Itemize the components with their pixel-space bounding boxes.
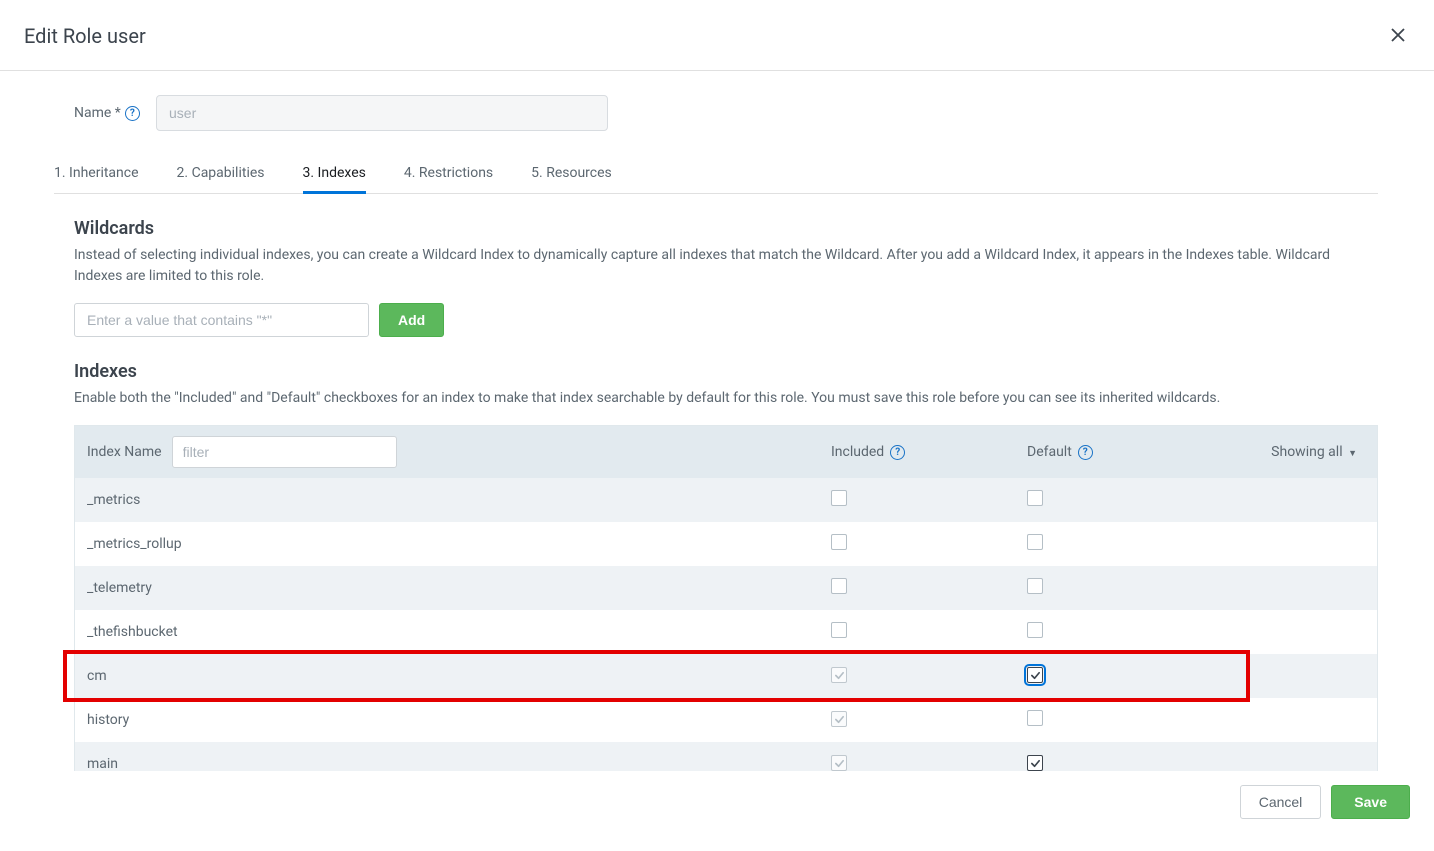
default-checkbox[interactable] (1027, 534, 1043, 550)
tab-capabilities[interactable]: 2. Capabilities (177, 155, 265, 193)
wildcards-title: Wildcards (74, 218, 1378, 239)
name-input[interactable] (156, 95, 608, 131)
table-row: history (75, 698, 1377, 742)
col-default: Default (1027, 444, 1072, 460)
cancel-button[interactable]: Cancel (1240, 785, 1322, 819)
save-button[interactable]: Save (1331, 785, 1410, 819)
table-row: _metrics (75, 478, 1377, 522)
included-checkbox[interactable] (831, 622, 847, 638)
table-row: _telemetry (75, 566, 1377, 610)
table-row: cm (75, 654, 1377, 698)
included-checkbox[interactable] (831, 534, 847, 550)
col-index-name: Index Name (87, 444, 162, 460)
indexes-desc: Enable both the "Included" and "Default"… (74, 388, 1378, 409)
wildcard-input[interactable] (74, 303, 369, 337)
index-name: history (87, 712, 831, 728)
help-icon[interactable]: ? (125, 106, 140, 121)
indexes-title: Indexes (74, 361, 1378, 382)
index-name: cm (87, 668, 831, 684)
table-row: _thefishbucket (75, 610, 1377, 654)
default-checkbox[interactable] (1027, 490, 1043, 506)
index-name: main (87, 756, 831, 771)
tab-resources[interactable]: 5. Resources (531, 155, 612, 193)
tab-indexes[interactable]: 3. Indexes (303, 155, 366, 194)
default-checkbox[interactable] (1027, 578, 1043, 594)
included-checkbox[interactable] (831, 490, 847, 506)
add-button[interactable]: Add (379, 303, 444, 337)
included-checkbox[interactable] (831, 667, 847, 683)
table-row: main (75, 742, 1377, 771)
chevron-down-icon: ▼ (1348, 449, 1357, 459)
included-checkbox[interactable] (831, 711, 847, 727)
filter-input[interactable] (172, 436, 397, 468)
default-checkbox[interactable] (1027, 755, 1043, 771)
modal-title: Edit Role user (24, 24, 146, 48)
default-checkbox[interactable] (1027, 622, 1043, 638)
default-checkbox[interactable] (1027, 710, 1043, 726)
tab-inheritance[interactable]: 1. Inheritance (54, 155, 139, 193)
index-name: _thefishbucket (87, 624, 831, 640)
index-name: _metrics_rollup (87, 536, 831, 552)
close-icon[interactable] (1386, 20, 1410, 52)
name-label-text: Name * (74, 105, 121, 121)
default-checkbox[interactable] (1027, 667, 1043, 683)
help-icon[interactable]: ? (890, 445, 905, 460)
included-checkbox[interactable] (831, 755, 847, 771)
table-row: _metrics_rollup (75, 522, 1377, 566)
showing-dropdown[interactable]: Showing all ▼ (1199, 444, 1377, 460)
wildcards-desc: Instead of selecting individual indexes,… (74, 245, 1378, 287)
name-label: Name * ? (74, 105, 156, 121)
index-name: _telemetry (87, 580, 831, 596)
showing-label: Showing all (1271, 444, 1342, 460)
index-name: _metrics (87, 492, 831, 508)
col-included: Included (831, 444, 884, 460)
included-checkbox[interactable] (831, 578, 847, 594)
help-icon[interactable]: ? (1078, 445, 1093, 460)
tab-restrictions[interactable]: 4. Restrictions (404, 155, 493, 193)
